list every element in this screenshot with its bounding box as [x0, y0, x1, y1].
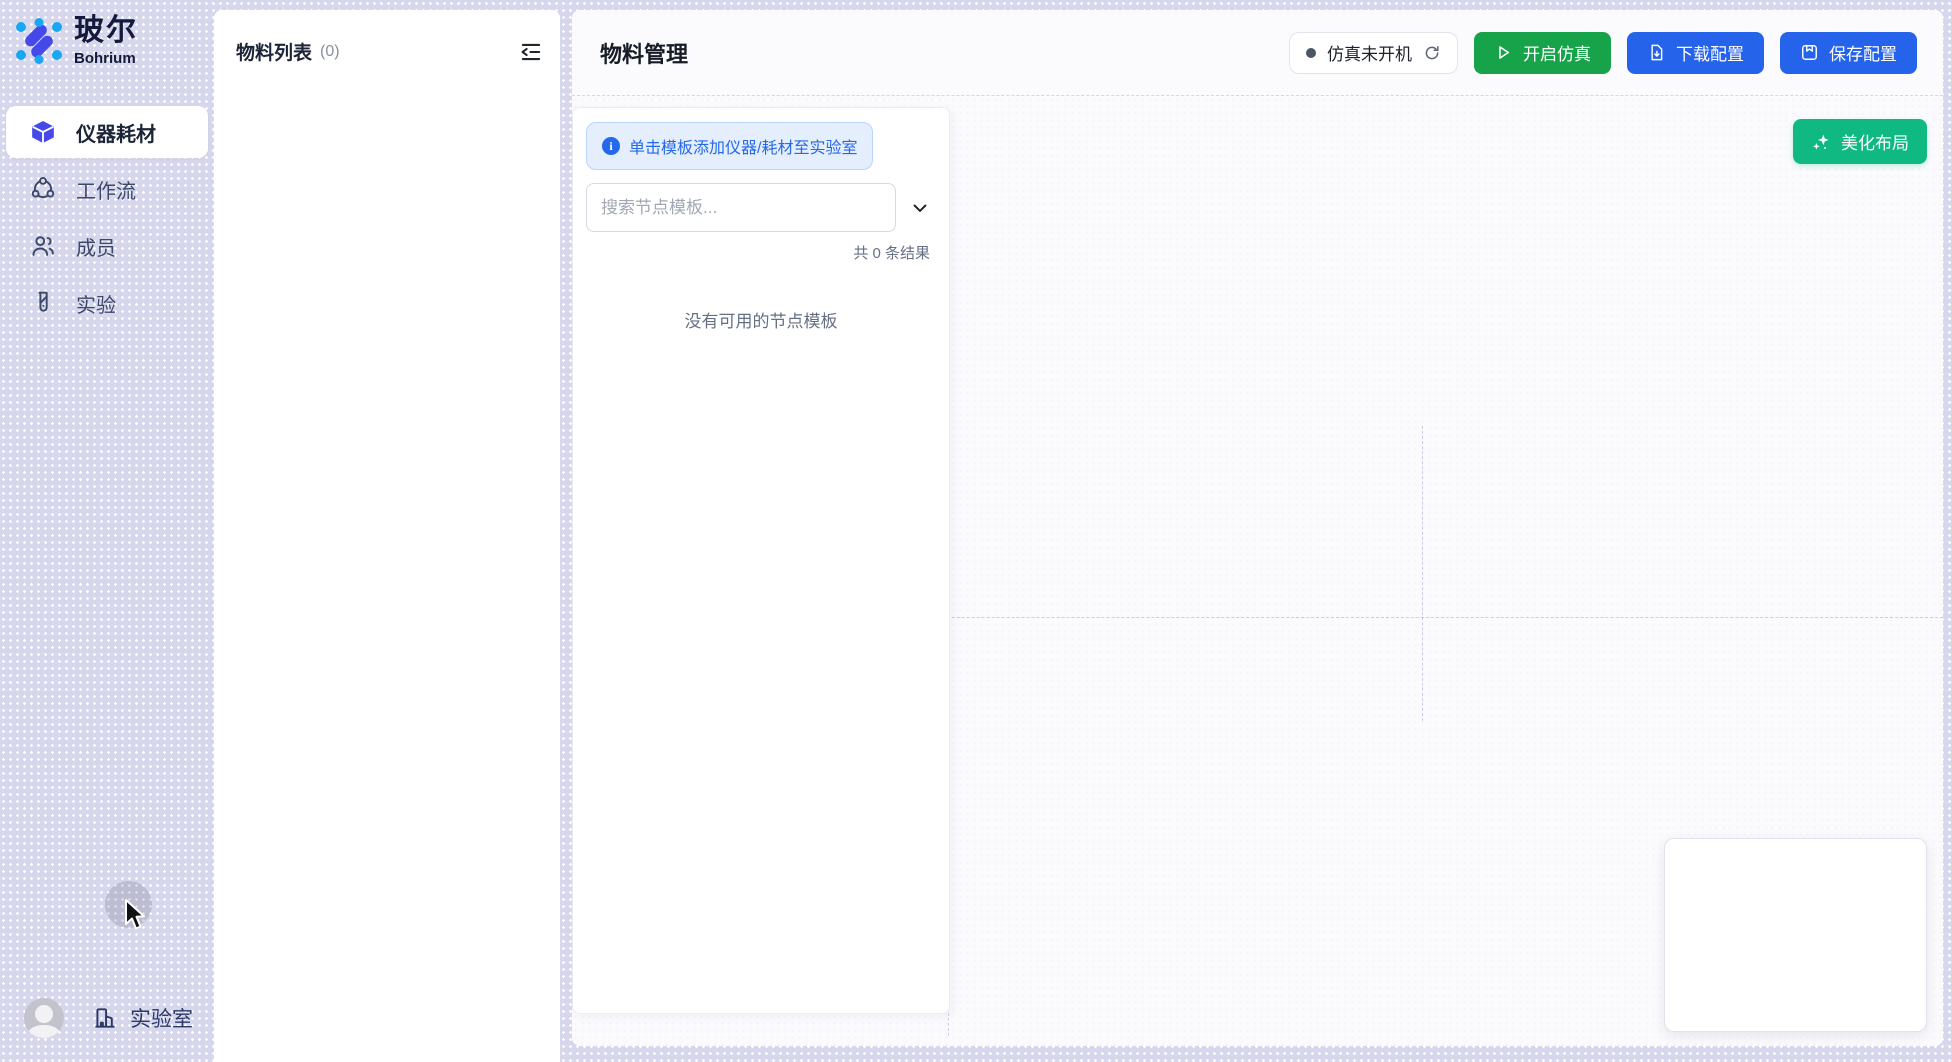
save-config-button[interactable]: 保存配置 — [1780, 32, 1917, 74]
building-icon — [92, 1005, 118, 1031]
material-list-header: 物料列表 (0) — [236, 38, 544, 65]
workflow-icon — [30, 176, 56, 202]
info-icon: i — [602, 137, 620, 155]
sidebar-item-instruments[interactable]: 仪器耗材 — [6, 106, 208, 158]
sidebar-item-label: 成员 — [76, 232, 116, 261]
sidebar-item-workflow[interactable]: 工作流 — [6, 163, 208, 215]
material-list-title: 物料列表 — [236, 38, 312, 65]
beautify-layout-label: 美化布局 — [1841, 129, 1909, 154]
experiment-icon — [30, 290, 56, 316]
avatar[interactable] — [24, 998, 64, 1038]
results-count: 共 0 条结果 — [586, 242, 936, 263]
header-actions: 仿真未开机 开启仿真 下载配置 — [1289, 32, 1917, 74]
material-list-panel: 物料列表 (0) — [214, 10, 560, 1062]
material-list-count: (0) — [320, 43, 340, 61]
sidebar-item-laboratory[interactable]: 实验室 — [92, 1003, 193, 1033]
brand-name-zh: 玻尔 — [74, 16, 138, 46]
refresh-icon[interactable] — [1423, 44, 1441, 62]
template-search-input[interactable] — [586, 183, 896, 232]
brand-name: 玻尔 Bohrium — [74, 16, 138, 66]
app-root: { "brand": { "name_zh": "玻尔", "name_en":… — [0, 0, 1952, 1062]
sidebar-item-experiments[interactable]: 实验 — [6, 277, 208, 329]
sidebar-item-label: 仪器耗材 — [76, 118, 156, 147]
guide-line-vertical — [1422, 426, 1423, 721]
template-hint-text: 单击模板添加仪器/耗材至实验室 — [629, 134, 857, 158]
bohrium-logo-icon — [14, 16, 64, 66]
sidebar-nav: 仪器耗材 工作流 成员 — [6, 106, 208, 329]
cube-icon — [30, 119, 56, 145]
minimap-panel[interactable] — [1664, 838, 1927, 1032]
start-simulation-label: 开启仿真 — [1523, 40, 1591, 65]
node-template-panel: i 单击模板添加仪器/耗材至实验室 共 0 条结果 没有可用的节点模板 — [572, 107, 950, 1014]
click-ripple — [105, 881, 152, 928]
file-download-icon — [1647, 43, 1666, 62]
laboratory-label: 实验室 — [130, 1003, 193, 1033]
status-dot-icon — [1306, 48, 1316, 58]
save-config-label: 保存配置 — [1829, 40, 1897, 65]
main-panel: 物料管理 仿真未开机 开启仿真 下载 — [572, 10, 1943, 1046]
page-title: 物料管理 — [600, 37, 688, 69]
brand-logo[interactable]: 玻尔 Bohrium — [6, 16, 208, 66]
collapse-panel-icon[interactable] — [518, 39, 544, 65]
brand-name-en: Bohrium — [74, 51, 138, 66]
sidebar-item-members[interactable]: 成员 — [6, 220, 208, 272]
template-hint-banner: i 单击模板添加仪器/耗材至实验室 — [586, 122, 873, 170]
template-search-row — [586, 183, 936, 232]
main-header: 物料管理 仿真未开机 开启仿真 下载 — [572, 10, 1943, 96]
members-icon — [30, 233, 56, 259]
expand-templates-button[interactable] — [904, 192, 936, 224]
chevron-down-icon — [910, 198, 930, 218]
sidebar-item-label: 工作流 — [76, 175, 136, 204]
start-simulation-button[interactable]: 开启仿真 — [1474, 32, 1611, 74]
sidebar-item-label: 实验 — [76, 289, 116, 318]
play-icon — [1494, 43, 1513, 62]
download-config-button[interactable]: 下载配置 — [1627, 32, 1764, 74]
simulation-status-label: 仿真未开机 — [1327, 40, 1412, 65]
save-icon — [1800, 43, 1819, 62]
empty-templates-message: 没有可用的节点模板 — [586, 307, 936, 332]
download-config-label: 下载配置 — [1676, 40, 1744, 65]
sparkles-icon — [1811, 132, 1831, 152]
layout-canvas[interactable]: i 单击模板添加仪器/耗材至实验室 共 0 条结果 没有可用的节点模板 — [572, 96, 1943, 1046]
simulation-status-pill: 仿真未开机 — [1289, 32, 1458, 74]
beautify-layout-button[interactable]: 美化布局 — [1793, 119, 1927, 164]
sidebar-footer: 实验室 — [0, 998, 214, 1038]
